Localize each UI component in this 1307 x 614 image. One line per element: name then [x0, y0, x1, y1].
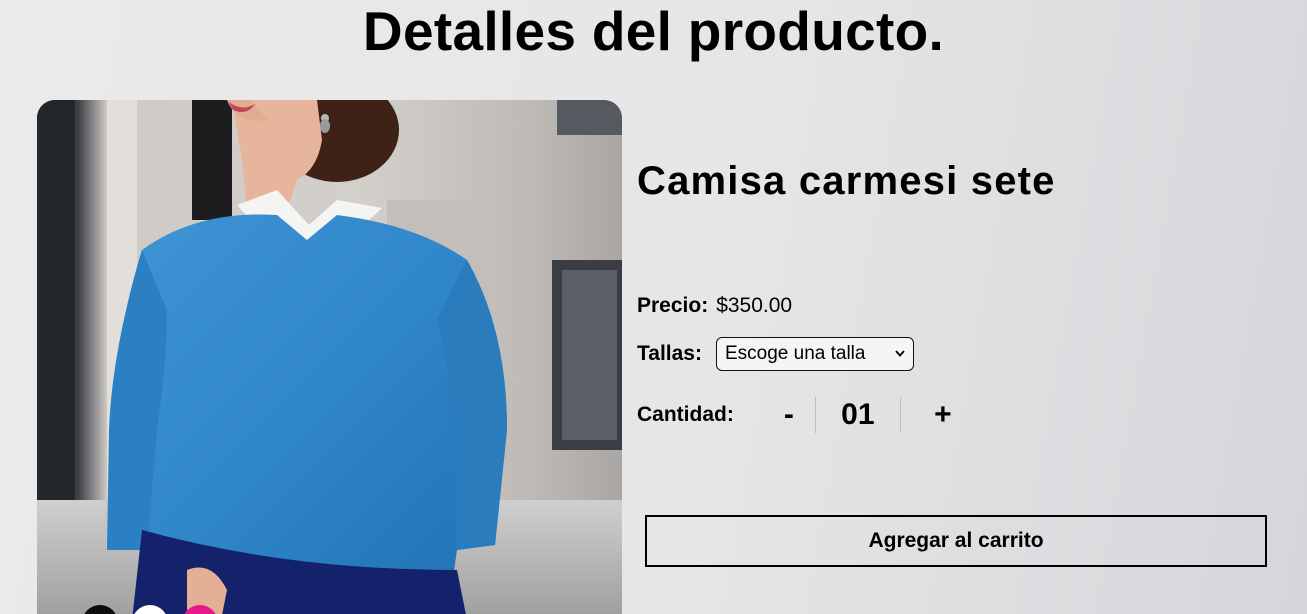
- price-row: Precio: $350.00: [637, 294, 792, 318]
- product-photo: [37, 100, 622, 614]
- color-option-white[interactable]: [132, 605, 168, 614]
- color-options: [82, 605, 218, 614]
- page-title: Detalles del producto.: [362, 0, 945, 62]
- size-select-value: Escoge una talla: [724, 343, 866, 364]
- product-name: Camisa carmesi sete: [637, 159, 1056, 203]
- quantity-value: 01: [841, 398, 875, 431]
- price-label: Precio:: [637, 294, 709, 317]
- quantity-divider: [899, 397, 901, 433]
- quantity-increase-button[interactable]: +: [923, 398, 963, 432]
- size-row: Tallas: Escoge una talla: [637, 337, 914, 371]
- quantity-label: Cantidad:: [637, 403, 734, 426]
- product-image: [37, 100, 622, 614]
- quantity-row: Cantidad: - 01 +: [637, 396, 963, 434]
- add-to-cart-button[interactable]: Agregar al carrito: [645, 515, 1267, 567]
- size-select[interactable]: Escoge una talla: [715, 337, 914, 371]
- color-option-black[interactable]: [82, 605, 118, 614]
- price-value: $350.00: [716, 294, 793, 317]
- color-option-pink[interactable]: [182, 605, 218, 614]
- chevron-down-icon: [895, 348, 905, 360]
- quantity-decrease-button[interactable]: -: [769, 398, 809, 432]
- sizes-label: Tallas:: [637, 342, 702, 365]
